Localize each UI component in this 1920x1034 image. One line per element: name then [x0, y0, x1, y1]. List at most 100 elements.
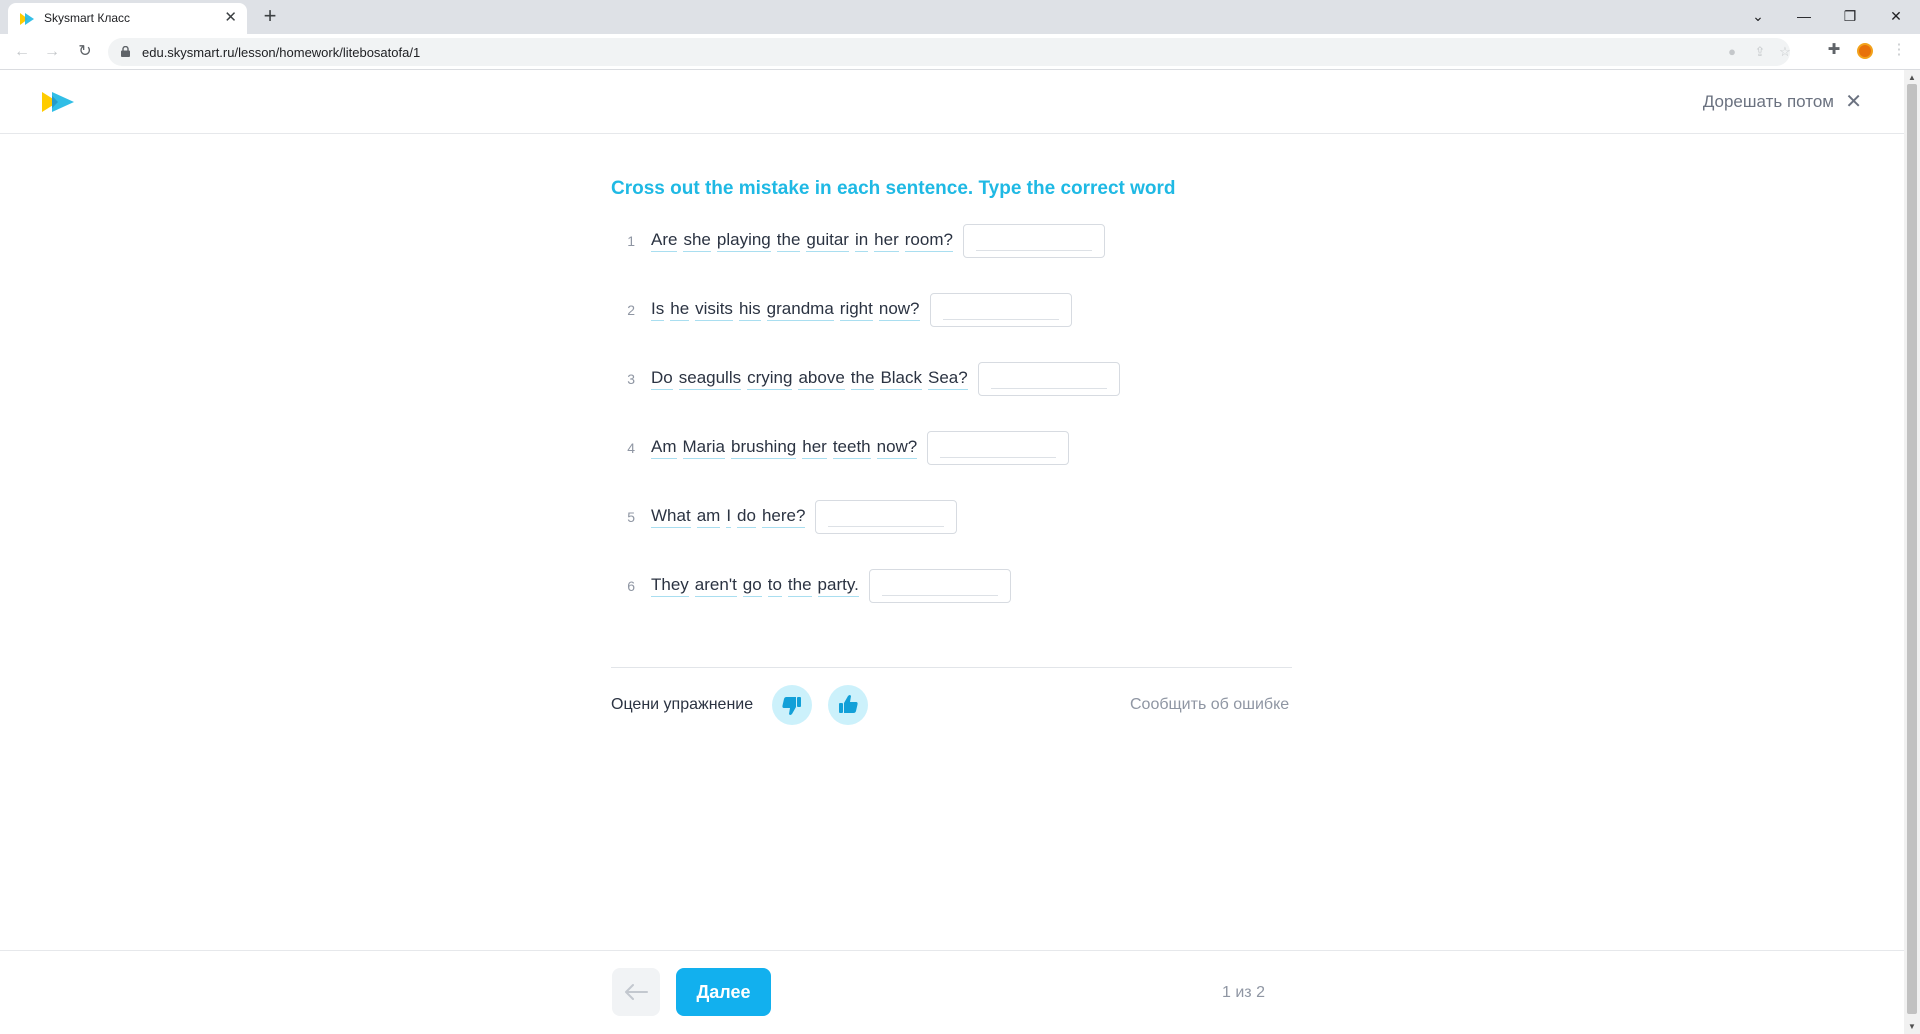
browser-menu-icon[interactable]: ⋮ [1890, 41, 1908, 59]
question-row: 4 Am Maria brushing her teeth now? [611, 431, 1311, 467]
question-row: 6 They aren't go to the party. [611, 569, 1311, 605]
sentence: Do seagulls crying above the Black Sea? [651, 368, 968, 390]
sentence-word[interactable]: she [683, 230, 711, 252]
question-row: 3 Do seagulls crying above the Black Sea? [611, 362, 1311, 398]
sentence-word[interactable]: now? [876, 437, 918, 459]
sentence-word[interactable]: Are [651, 230, 678, 252]
minimize-button[interactable]: — [1784, 4, 1824, 28]
url-text[interactable]: edu.skysmart.ru/lesson/homework/litebosa… [142, 45, 420, 60]
profile-avatar[interactable] [1857, 43, 1873, 59]
back-nav-icon[interactable]: ← [10, 40, 34, 64]
page-counter: 1 из 2 [1222, 984, 1265, 1001]
report-error-link[interactable]: Сообщить об ошибке [1130, 696, 1289, 714]
sentence-word[interactable]: he [670, 299, 690, 321]
sentence-word[interactable]: Do [651, 368, 673, 390]
sentence-word[interactable]: his [738, 299, 761, 321]
address-bar[interactable]: edu.skysmart.ru/lesson/homework/litebosa… [108, 38, 1792, 66]
skysmart-logo-icon[interactable] [40, 90, 76, 114]
sentence-word[interactable]: to [767, 575, 782, 597]
sentence: What am Ido here? [651, 506, 806, 528]
sentence-word[interactable]: grandma [766, 299, 834, 321]
divider [611, 667, 1292, 668]
scroll-thumb[interactable] [1907, 84, 1917, 1014]
next-button[interactable]: Далее [676, 968, 771, 1016]
sentence-word[interactable]: party. [817, 575, 859, 597]
sentence-word[interactable]: in [854, 230, 869, 252]
sentence-word[interactable]: I [726, 506, 732, 528]
sentence-word[interactable]: What [651, 506, 691, 528]
extensions-puzzle-icon[interactable]: ✚ [1825, 41, 1843, 59]
page-scrollbar[interactable]: ▲ ▼ [1904, 70, 1920, 1034]
question-number: 2 [627, 302, 635, 318]
thumbs-down-button[interactable] [772, 685, 812, 725]
forward-nav-icon[interactable]: → [40, 40, 64, 64]
sentence-word[interactable]: now? [878, 299, 920, 321]
answer-field[interactable] [963, 224, 1105, 258]
rate-exercise-label: Оцени упражнение [611, 696, 754, 713]
sentence-word[interactable]: go [742, 575, 762, 597]
window-close-button[interactable]: ✕ [1876, 4, 1916, 28]
sentence-word[interactable]: the [787, 575, 812, 597]
sentence-word[interactable]: the [850, 368, 875, 390]
browser-tab[interactable]: Skysmart Класс ✕ [8, 3, 247, 34]
sentence-word[interactable]: her [874, 230, 899, 252]
sentence-word[interactable]: here? [761, 506, 806, 528]
answer-field[interactable] [815, 500, 957, 534]
location-icon[interactable]: ● [1725, 45, 1739, 59]
sentence-word[interactable]: Sea? [928, 368, 968, 390]
answer-input[interactable] [943, 302, 1059, 320]
exercise-title: Cross out the mistake in each sentence. … [611, 178, 1176, 199]
sentence-word[interactable]: right [839, 299, 873, 321]
restore-button[interactable]: ❐ [1830, 4, 1870, 28]
sentence: Am Maria brushing her teeth now? [651, 437, 918, 459]
back-button[interactable] [612, 968, 660, 1016]
answer-input[interactable] [991, 371, 1107, 389]
question-row: 2 Is he visits his grandma right now? [611, 293, 1311, 329]
sentence-word[interactable]: Maria [682, 437, 726, 459]
scroll-down-icon[interactable]: ▼ [1908, 1022, 1916, 1031]
scroll-up-icon[interactable]: ▲ [1908, 73, 1916, 82]
sentence-word[interactable]: brushing [731, 437, 797, 459]
thumbs-up-button[interactable] [828, 685, 868, 725]
sentence-word[interactable]: Is [651, 299, 665, 321]
sentence-word[interactable]: visits [695, 299, 733, 321]
sentence-word[interactable]: Am [651, 437, 677, 459]
answer-field[interactable] [978, 362, 1120, 396]
sentence: They aren't go to the party. [651, 575, 859, 597]
new-tab-button[interactable]: + [258, 5, 282, 28]
sentence-word[interactable]: do [737, 506, 756, 528]
solve-later-link[interactable]: Дорешать потом [1703, 92, 1834, 112]
tab-search-icon[interactable]: ⌄ [1738, 4, 1778, 28]
answer-field[interactable] [869, 569, 1011, 603]
sentence-word[interactable]: guitar [806, 230, 849, 252]
sentence-word[interactable]: They [651, 575, 689, 597]
thumbs-down-icon [782, 697, 801, 715]
sentence-word[interactable]: the [776, 230, 801, 252]
bookmark-star-icon[interactable]: ☆ [1778, 45, 1792, 59]
sentence-word[interactable]: her [802, 437, 827, 459]
sentence-word[interactable]: seagulls [678, 368, 742, 390]
close-icon[interactable]: ✕ [1845, 89, 1862, 114]
sentence-word[interactable]: above [798, 368, 845, 390]
sentence-word[interactable]: crying [747, 368, 793, 390]
sentence-word[interactable]: teeth [832, 437, 871, 459]
answer-input[interactable] [940, 440, 1056, 458]
sentence-word[interactable]: am [696, 506, 721, 528]
reload-icon[interactable]: ↻ [73, 40, 97, 64]
tab-close-icon[interactable]: ✕ [224, 9, 237, 27]
skysmart-favicon-icon [20, 13, 34, 25]
page-header: Дорешать потом ✕ [0, 70, 1904, 134]
answer-input[interactable] [976, 233, 1092, 251]
tab-title: Skysmart Класс [44, 11, 131, 25]
sentence: Are she playing the guitar in her room? [651, 230, 953, 252]
share-icon[interactable]: ⇪ [1753, 45, 1767, 59]
sentence-word[interactable]: playing [716, 230, 771, 252]
answer-field[interactable] [927, 431, 1069, 465]
answer-field[interactable] [930, 293, 1072, 327]
sentence-word[interactable]: Black [880, 368, 923, 390]
sentence-word[interactable]: room? [904, 230, 953, 252]
page-footer: Далее 1 из 2 [0, 950, 1904, 1034]
sentence-word[interactable]: aren't [694, 575, 737, 597]
answer-input[interactable] [882, 578, 998, 596]
answer-input[interactable] [828, 509, 944, 527]
